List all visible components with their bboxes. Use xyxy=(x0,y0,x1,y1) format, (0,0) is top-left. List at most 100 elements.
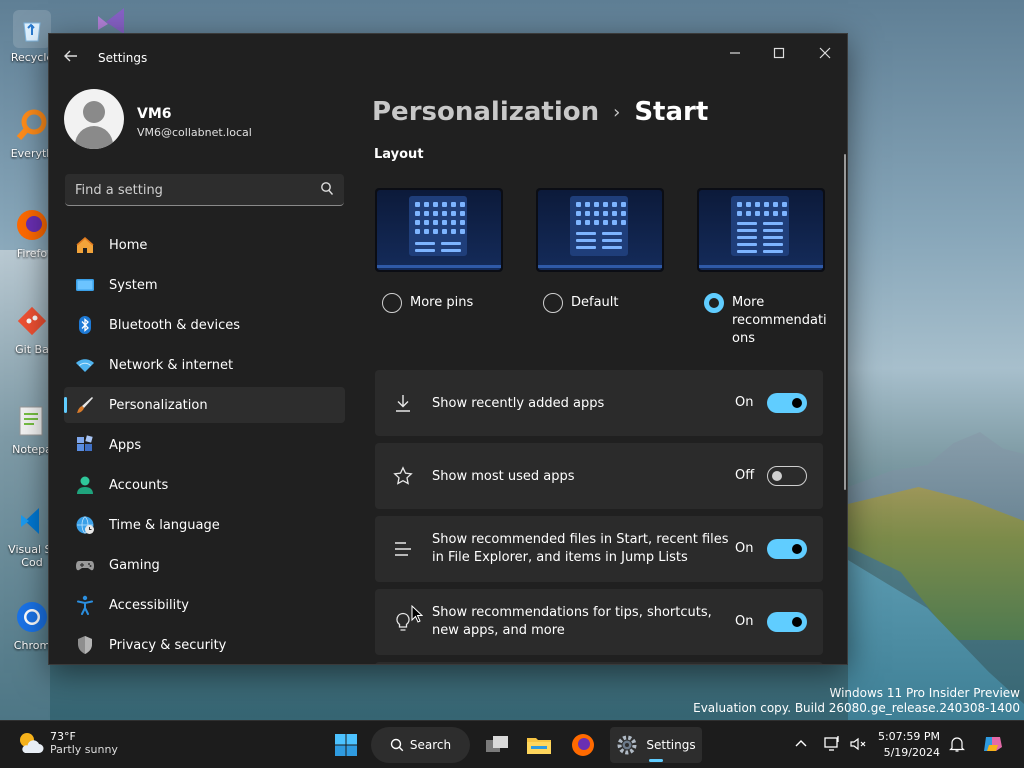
minimize-button[interactable] xyxy=(712,40,758,70)
maximize-icon xyxy=(773,47,785,59)
taskbar-search[interactable]: Search xyxy=(371,727,470,763)
layout-preview-more-pins[interactable] xyxy=(375,188,503,272)
accessibility-icon xyxy=(75,595,95,615)
gear-icon xyxy=(617,735,637,755)
setting-show-most-used-apps: Show most used apps Off xyxy=(375,443,823,509)
sidebar-item-network[interactable]: Network & internet xyxy=(64,347,345,383)
chrome-icon xyxy=(13,598,51,636)
back-button[interactable] xyxy=(63,48,83,68)
search-input[interactable] xyxy=(75,180,315,200)
sidebar-item-bluetooth[interactable]: Bluetooth & devices xyxy=(64,307,345,343)
volume-muted-icon[interactable] xyxy=(849,735,867,753)
taskbar: 73°F Partly sunny Search Settings 5:07:5… xyxy=(0,720,1024,768)
clock-date: 5/19/2024 xyxy=(883,746,940,759)
star-icon xyxy=(393,466,413,485)
git-bash-icon xyxy=(13,302,51,340)
mouse-cursor-icon xyxy=(411,605,423,623)
sidebar-item-home[interactable]: Home xyxy=(64,227,345,263)
toggle-state-label: On xyxy=(735,541,754,556)
setting-show-recommended-files: Show recommended files in Start, recent … xyxy=(375,516,823,582)
close-button[interactable] xyxy=(802,40,847,70)
home-icon xyxy=(75,235,95,255)
setting-show-recently-added-apps: Show recently added apps On xyxy=(375,370,823,436)
sidebar-item-time-language[interactable]: Time & language xyxy=(64,507,345,543)
clock-time: 5:07:59 PM xyxy=(877,730,940,743)
sidebar-item-system[interactable]: System xyxy=(64,267,345,303)
visual-studio-icon[interactable] xyxy=(92,6,140,34)
vscode-icon xyxy=(13,502,51,540)
monitor-icon xyxy=(75,275,95,295)
back-arrow-icon xyxy=(64,50,77,62)
toggle-recommendations-tips[interactable] xyxy=(767,612,807,632)
breadcrumb-separator: › xyxy=(613,101,621,123)
gamepad-icon xyxy=(75,555,95,575)
weather-widget[interactable]: 73°F Partly sunny xyxy=(16,729,118,757)
user-name: VM6 xyxy=(137,106,172,122)
brush-icon xyxy=(75,395,95,415)
sidebar-item-personalization[interactable]: Personalization xyxy=(64,387,345,423)
weather-temperature: 73°F xyxy=(50,730,76,743)
find-setting-search[interactable] xyxy=(65,174,344,206)
notepad-plus-plus-icon xyxy=(13,402,51,440)
layout-option-default[interactable]: Default xyxy=(543,292,619,313)
settings-taskbar-button[interactable]: Settings xyxy=(610,727,702,763)
bluetooth-icon xyxy=(75,315,95,335)
notification-bell-icon[interactable] xyxy=(948,735,966,753)
evaluation-watermark: Windows 11 Pro Insider Preview Evaluatio… xyxy=(693,686,1020,715)
toggle-state-label: On xyxy=(735,395,754,410)
lightbulb-icon xyxy=(396,612,410,631)
layout-section-label: Layout xyxy=(374,147,424,162)
title-bar[interactable]: Settings xyxy=(49,34,847,82)
copilot-icon[interactable] xyxy=(982,733,1004,755)
sidebar-nav: Home System Bluetooth & devices Network … xyxy=(64,227,345,664)
apps-icon xyxy=(75,435,95,455)
network-monitor-icon[interactable] xyxy=(823,735,841,753)
weather-condition: Partly sunny xyxy=(50,743,118,756)
maximize-button[interactable] xyxy=(756,40,802,70)
download-icon xyxy=(396,395,410,412)
chevron-up-icon[interactable] xyxy=(792,735,810,753)
radio-more-pins[interactable] xyxy=(382,293,402,313)
file-explorer-button[interactable] xyxy=(522,727,556,763)
setting-row-partial xyxy=(375,662,823,664)
toggle-most-used-apps[interactable] xyxy=(767,466,807,486)
globe-clock-icon xyxy=(75,515,95,535)
sidebar-item-privacy-security[interactable]: Privacy & security xyxy=(64,627,345,663)
sidebar-item-accessibility[interactable]: Accessibility xyxy=(64,587,345,623)
task-view-button[interactable] xyxy=(480,727,514,763)
sidebar-item-gaming[interactable]: Gaming xyxy=(64,547,345,583)
layout-option-more-recommendations[interactable]: More recommendati ons xyxy=(704,292,847,348)
search-icon[interactable] xyxy=(320,181,334,197)
toggle-state-label: Off xyxy=(735,468,755,483)
content-scrollbar[interactable] xyxy=(844,154,846,490)
folder-icon xyxy=(527,738,551,754)
page-title: Start xyxy=(634,97,709,127)
firefox-icon xyxy=(572,734,594,756)
avatar[interactable] xyxy=(64,89,124,149)
person-icon xyxy=(75,475,95,495)
layout-option-more-pins[interactable]: More pins xyxy=(382,292,473,313)
radio-default[interactable] xyxy=(543,293,563,313)
user-email: VM6@collabnet.local xyxy=(137,126,252,139)
radio-more-recommendations[interactable] xyxy=(704,293,724,313)
toggle-recommended-files[interactable] xyxy=(767,539,807,559)
close-icon xyxy=(819,47,831,59)
search-icon xyxy=(390,738,404,752)
sidebar-item-accounts[interactable]: Accounts xyxy=(64,467,345,503)
wifi-icon xyxy=(75,355,95,375)
toggle-recently-added-apps[interactable] xyxy=(767,393,807,413)
everything-search-icon xyxy=(13,106,51,144)
clock[interactable]: 5:07:59 PM 5/19/2024 xyxy=(876,729,940,761)
start-button[interactable] xyxy=(331,727,361,763)
list-lines-icon xyxy=(395,542,411,556)
breadcrumb: Personalization › Start xyxy=(372,92,708,132)
layout-preview-default[interactable] xyxy=(536,188,664,272)
sidebar-item-apps[interactable]: Apps xyxy=(64,427,345,463)
breadcrumb-parent[interactable]: Personalization xyxy=(372,97,599,127)
shield-icon xyxy=(75,635,95,655)
layout-preview-more-recommendations[interactable] xyxy=(697,188,825,272)
partly-sunny-icon xyxy=(16,729,44,757)
recycle-bin-icon xyxy=(13,10,51,48)
firefox-taskbar-button[interactable] xyxy=(566,727,600,763)
window-title: Settings xyxy=(98,51,148,65)
